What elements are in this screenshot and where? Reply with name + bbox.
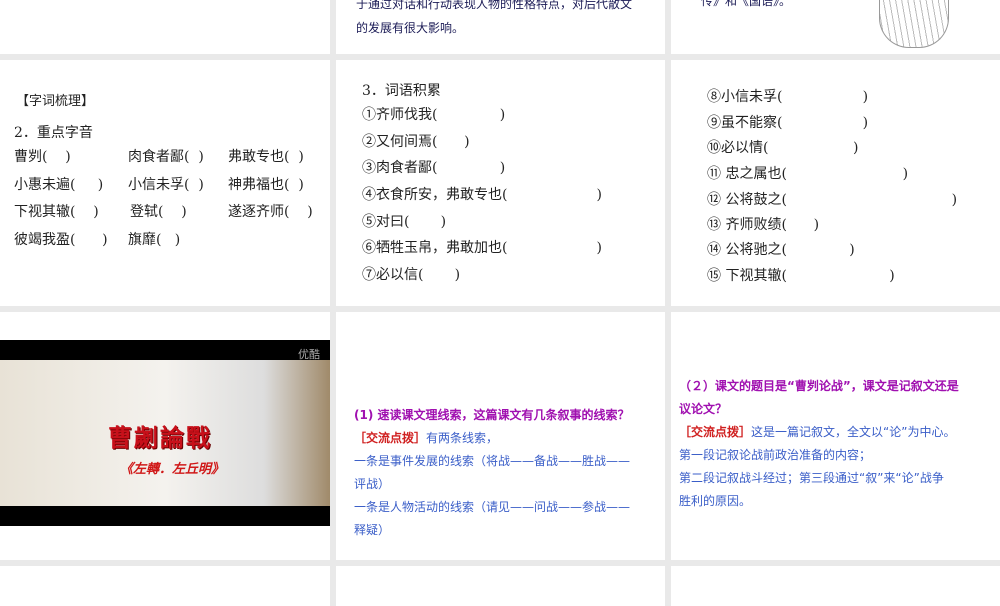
video-title: 曹劌論戰 [108,423,212,452]
vocab-item: ⑥牺牲玉帛，弗敢加也( ) [362,240,602,256]
answer-line: 一条是事件发展的线索（将战——备战——胜战—— [354,454,631,468]
answer-line: 评战） [354,477,391,491]
word-item: 旗靡( ) [128,232,181,248]
answer-text: 有两条线索， [426,431,499,445]
answer-line: 一条是人物活动的线索（请见——问战——参战—— [354,500,631,514]
slide-thumbnail-12[interactable] [671,566,1000,606]
vocab-item: ⑭ 公将驰之( ) [707,242,855,258]
question-text: 议论文？ [679,402,728,416]
figure-illustration [879,0,949,48]
word-item: 肉食者鄙( ) [128,149,204,165]
vocab-item: ②又何间焉( ) [362,134,470,150]
video-subtitle: 《左轉．左丘明》 [120,462,225,477]
slide-thumbnail-6[interactable]: ⑧小信未孚( ) ⑨虽不能察( ) ⑩必以情( ) ⑪ 忠之属也( ) ⑫ 公将… [671,60,1000,306]
word-item: 曹刿( ) [14,149,71,165]
answer-text: 这是一篇记叙文，全文以“论”为中心。 [751,425,956,439]
vocab-item: ⑮ 下视其辙( ) [707,268,895,284]
question-text: （２）课文的题目是“曹刿论战”，课文是记叙文还是 [679,379,959,393]
vocab-item: ⑨虽不能察( ) [707,115,869,131]
vocab-item: ④衣食所安，弗敢专也( ) [362,187,602,203]
video-player[interactable]: 曹劌論戰 《左轉．左丘明》 优酷 [0,340,330,526]
word-item: 弗敢专也( ) [228,149,304,165]
word-item: 神弗福也( ) [228,177,304,193]
tag-label: ［交流点拨］ [679,425,752,439]
word-item: 小信未孚( ) [128,177,204,193]
section-heading: 【字词梳理】 [16,94,95,109]
word-item: 小惠未遍( ) [14,177,104,193]
answer-line: 释疑） [354,523,391,537]
answer-line: 第二段记叙战斗经过；第三段通过“叙”来“论”战争 [679,471,944,485]
slide-thumbnail-11[interactable] [336,566,665,606]
vocab-item: ⑦必以信( ) [362,267,461,283]
question-text: (1) 速读课文理线索，这篇课文有几条叙事的线索？ [354,408,630,422]
vocab-item: ⑫ 公将鼓之( ) [707,192,958,208]
word-item: 彼竭我盈( ) [14,232,108,248]
vocab-item: ⑧小信未孚( ) [707,89,869,105]
answer-line: 第一段记叙论战前政治准备的内容； [679,448,872,462]
video-frame: 曹劌論戰 《左轉．左丘明》 [0,360,330,506]
vocab-item: ⑤对曰( ) [362,214,447,230]
vocab-item: ⑩必以情( ) [707,140,859,156]
text-line: 的发展有很大影响。 [356,21,465,35]
slide-thumbnail-1[interactable] [0,0,330,54]
word-item: 遂逐齐师( ) [228,204,313,220]
slide-thumbnail-2[interactable]: 于通过对话和行动表现人物的性格特点，对后代散文 的发展有很大影响。 [336,0,665,54]
slide-thumbnail-4[interactable]: 【字词梳理】 2．重点字音 曹刿( ) 肉食者鄙( ) 弗敢专也( ) 小惠未遍… [0,60,330,306]
vocab-item: ③肉食者鄙( ) [362,160,506,176]
slide-thumbnail-5[interactable]: 3．词语积累 ①齐师伐我( ) ②又何间焉( ) ③肉食者鄙( ) ④衣食所安，… [336,60,665,306]
subheading: 3．词语积累 [362,83,441,99]
slide-thumbnail-3[interactable]: 传》和《国语》。 [671,0,1000,54]
answer-line: 胜利的原因。 [679,494,752,508]
tag-label: ［交流点拨］ [354,431,427,445]
vocab-item: ⑬ 齐师败绩( ) [707,217,820,233]
slide-thumbnail-9[interactable]: （２）课文的题目是“曹刿论战”，课文是记叙文还是 议论文？ ［交流点拨］这是一篇… [671,312,1000,560]
text-line: 于通过对话和行动表现人物的性格特点，对后代散文 [356,0,633,11]
vocab-item: ①齐师伐我( ) [362,107,506,123]
word-item: 登轼( ) [130,204,187,220]
subheading: 2．重点字音 [14,125,93,141]
text-line: 传》和《国语》。 [701,0,792,8]
word-item: 下视其辙( ) [14,204,99,220]
slide-thumbnail-7[interactable]: 曹劌論戰 《左轉．左丘明》 优酷 [0,312,330,560]
vocab-item: ⑪ 忠之属也( ) [707,166,909,182]
slide-thumbnail-10[interactable] [0,566,330,606]
watermark: 优酷 [298,348,320,361]
slide-thumbnail-8[interactable]: (1) 速读课文理线索，这篇课文有几条叙事的线索？ ［交流点拨］有两条线索， 一… [336,312,665,560]
